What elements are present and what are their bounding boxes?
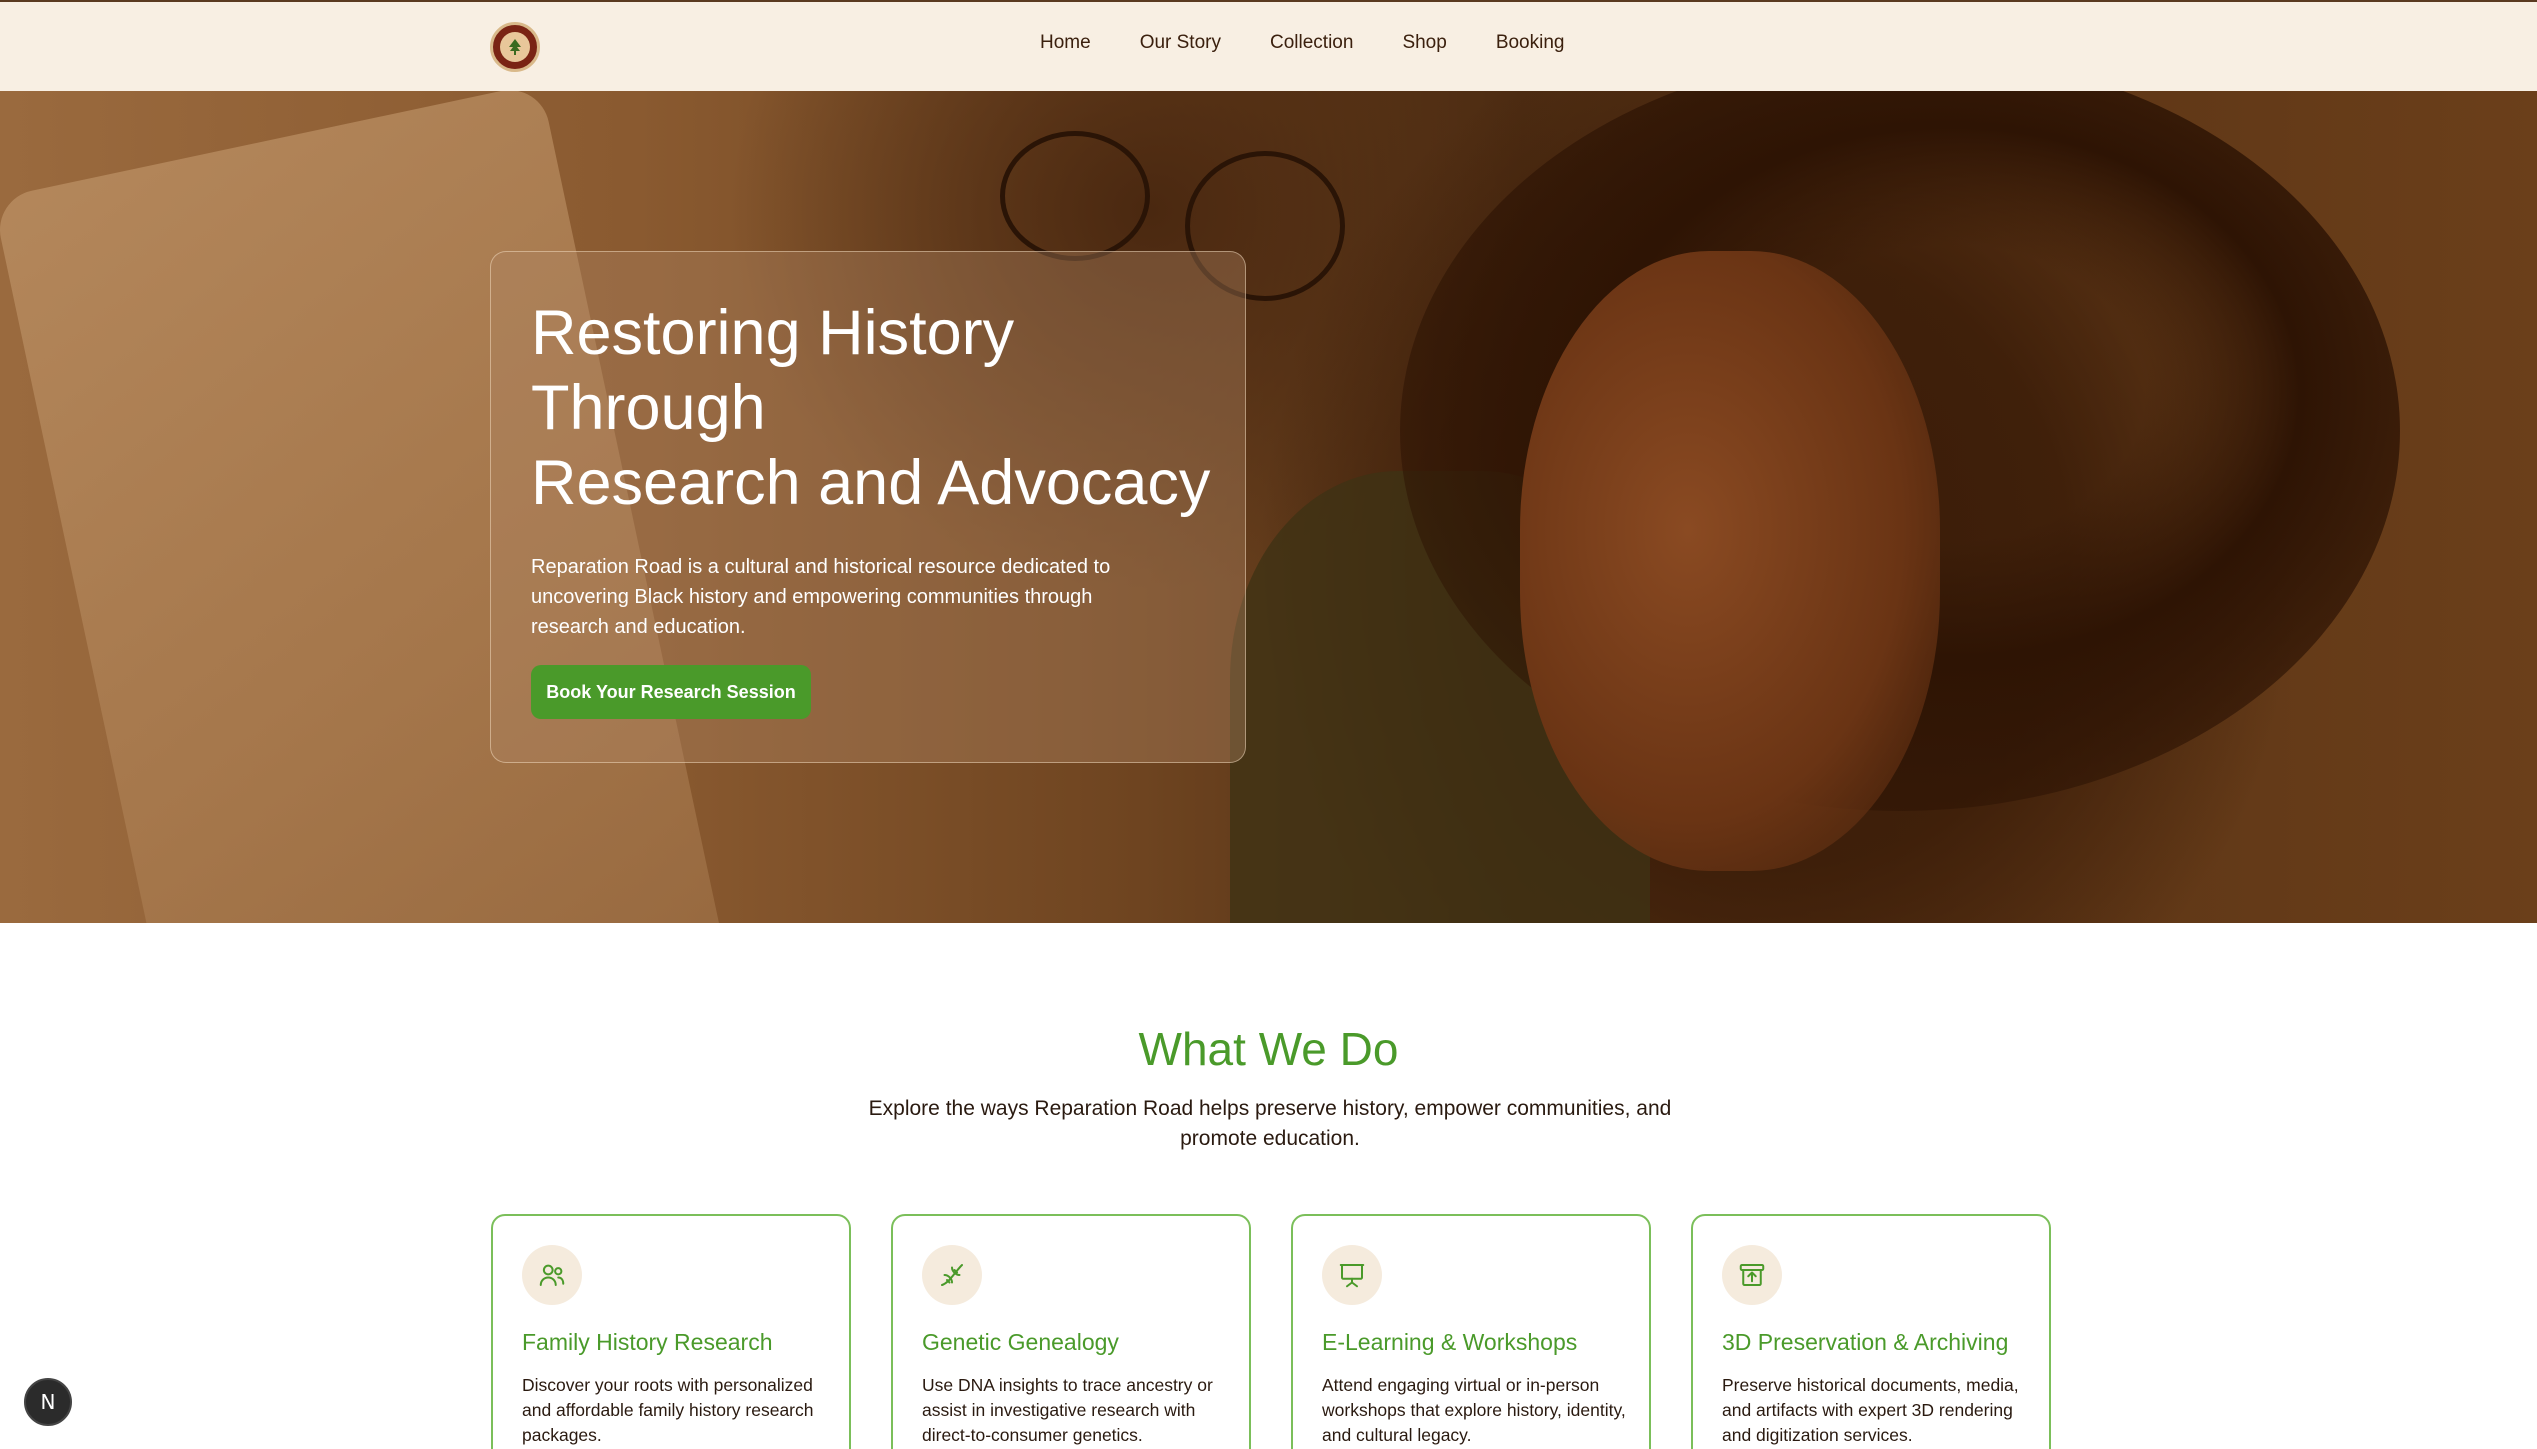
dna-icon (922, 1245, 982, 1305)
service-card-title: 3D Preservation & Archiving (1722, 1329, 2009, 1355)
service-card-description: Preserve historical documents, media, an… (1722, 1375, 2019, 1445)
what-we-do-title: What We Do (1138, 1023, 1399, 1075)
archive-icon (1722, 1245, 1782, 1305)
logo-emblem (500, 32, 530, 62)
presentation-icon (1322, 1245, 1382, 1305)
hero-title: Restoring History Through Research and A… (531, 296, 1231, 521)
hero-description: Reparation Road is a cultural and histor… (531, 556, 1111, 638)
nav-link-collection[interactable]: Collection (1270, 32, 1353, 54)
service-card-description: Attend engaging virtual or in-person wor… (1322, 1375, 1626, 1445)
nav-link-home[interactable]: Home (1040, 32, 1091, 54)
hero-card: Restoring History Through Research and A… (490, 251, 1246, 763)
nav-link-our-story[interactable]: Our Story (1140, 32, 1221, 54)
nav-link-shop[interactable]: Shop (1402, 32, 1446, 54)
hero-section: Restoring History Through Research and A… (0, 91, 2537, 923)
service-card-3d-preservation[interactable]: 3D Preservation & Archiving Preserve his… (1691, 1214, 2051, 1449)
top-navigation: Home Our Story Collection Shop Booking (0, 0, 2537, 91)
service-card-title: Genetic Genealogy (922, 1329, 1119, 1355)
reparation-road-logo[interactable] (490, 22, 540, 72)
service-card-genetic-genealogy[interactable]: Genetic Genealogy Use DNA insights to tr… (891, 1214, 1251, 1449)
service-card-title: Family History Research (522, 1329, 773, 1355)
hero-photo-glasses-left (1000, 131, 1150, 261)
users-icon (522, 1245, 582, 1305)
nav-link-booking[interactable]: Booking (1496, 32, 1565, 54)
hero-title-line: Through (531, 373, 766, 443)
service-card-description: Discover your roots with personalized an… (522, 1375, 814, 1445)
what-we-do-subtitle: Explore the ways Reparation Road helps p… (868, 1097, 1672, 1150)
hero-title-line: Research and Advocacy (531, 448, 1211, 518)
book-research-session-button[interactable]: Book Your Research Session (531, 665, 811, 719)
service-card-title: E-Learning & Workshops (1322, 1329, 1578, 1355)
service-card-family-history[interactable]: Family History Research Discover your ro… (491, 1214, 851, 1449)
service-card-elearning[interactable]: E-Learning & Workshops Attend engaging v… (1291, 1214, 1651, 1449)
tree-icon (509, 39, 521, 55)
hero-photo-face (1520, 251, 1940, 871)
nav-links: Home Our Story Collection Shop Booking (1040, 32, 1564, 54)
service-card-description: Use DNA insights to trace ancestry or as… (922, 1375, 1213, 1445)
hero-title-line: Restoring History (531, 298, 1015, 368)
nextjs-dev-badge[interactable]: N (24, 1378, 72, 1426)
